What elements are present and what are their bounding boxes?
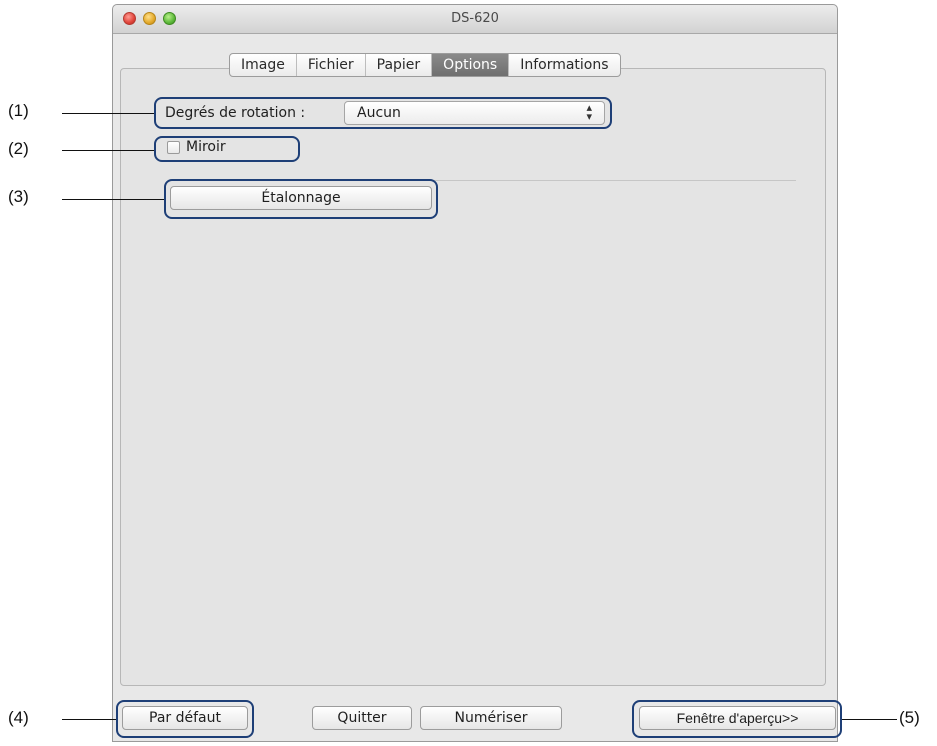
tab-papier[interactable]: Papier [366, 54, 433, 76]
callout-box-2 [154, 136, 300, 162]
callout-box-5 [632, 700, 842, 738]
title-bar: DS-620 [113, 5, 837, 34]
callout-label-5: (5) [899, 708, 920, 727]
callout-box-1 [154, 97, 612, 129]
window-title: DS-620 [451, 11, 499, 26]
callout-label-1: (1) [8, 101, 29, 120]
tab-bar: Image Fichier Papier Options Information… [229, 53, 621, 77]
callout-label-2: (2) [8, 139, 29, 158]
callout-label-3: (3) [8, 187, 29, 206]
callout-line-4 [62, 719, 116, 720]
tab-fichier[interactable]: Fichier [297, 54, 366, 76]
callout-box-3 [164, 179, 438, 219]
callout-line-2 [62, 150, 154, 151]
callout-line-3 [62, 199, 164, 200]
tab-options[interactable]: Options [432, 54, 510, 76]
scan-button[interactable]: Numériser [420, 706, 562, 730]
callout-line-1 [62, 113, 154, 114]
callout-line-5 [842, 719, 897, 720]
tab-informations[interactable]: Informations [509, 54, 619, 76]
quit-button[interactable]: Quitter [312, 706, 412, 730]
callout-label-4: (4) [8, 708, 29, 727]
callout-box-4 [116, 700, 254, 738]
tab-image[interactable]: Image [230, 54, 297, 76]
